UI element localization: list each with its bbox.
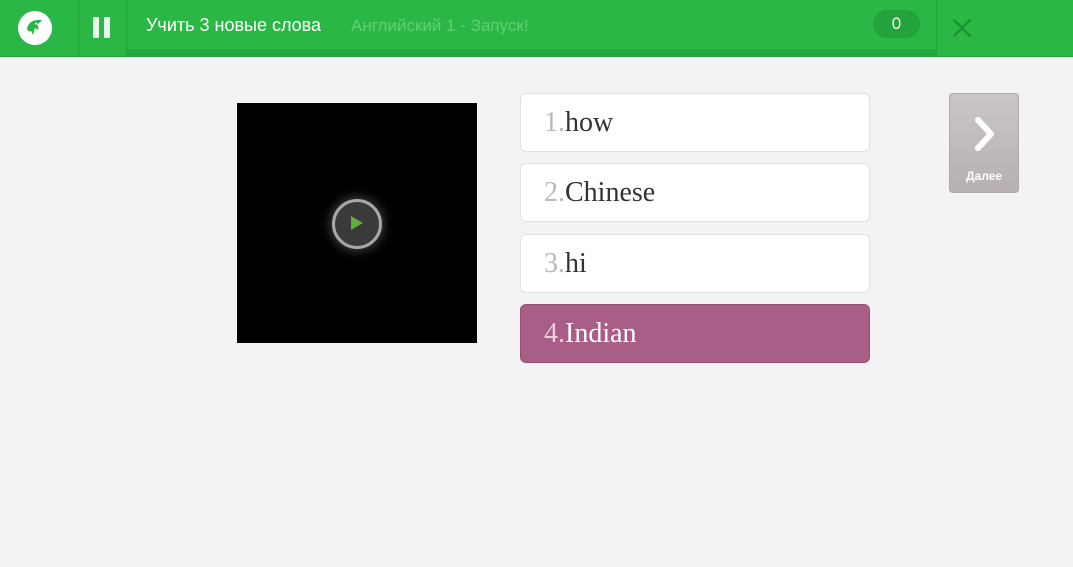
session-title: Учить 3 новые слова <box>146 15 322 35</box>
course-name[interactable]: Английский 1 - Запуск! <box>351 16 529 36</box>
option-word: Indian <box>565 318 637 349</box>
option-word: how <box>565 107 614 138</box>
play-icon <box>351 216 363 230</box>
pause-button[interactable] <box>78 0 127 56</box>
answer-option-1[interactable]: 1.how <box>520 93 870 152</box>
answer-option-3[interactable]: 3.hi <box>520 234 870 293</box>
top-bar: Учить 3 новые слова Английский 1 - Запус… <box>0 0 1073 57</box>
close-button[interactable] <box>936 0 1073 56</box>
answer-option-2[interactable]: 2.Chinese <box>520 163 870 222</box>
play-button[interactable] <box>332 199 382 249</box>
option-number: 4. <box>544 318 565 349</box>
option-number: 2. <box>544 177 565 208</box>
option-word: hi <box>565 248 587 279</box>
close-icon <box>953 19 971 37</box>
option-word: Chinese <box>565 177 656 208</box>
next-label: Далее <box>965 169 1003 183</box>
option-number: 1. <box>544 107 565 138</box>
option-number: 3. <box>544 248 565 279</box>
answer-option-4[interactable]: 4.Indian <box>520 304 870 363</box>
memrise-logo-icon[interactable] <box>18 11 52 45</box>
video-player[interactable] <box>237 103 477 343</box>
logo-cell[interactable] <box>0 0 79 56</box>
points-badge: 0 <box>873 10 920 38</box>
chevron-right-icon <box>975 117 994 151</box>
next-button[interactable]: Далее <box>949 93 1019 193</box>
progress-bar <box>127 49 936 56</box>
